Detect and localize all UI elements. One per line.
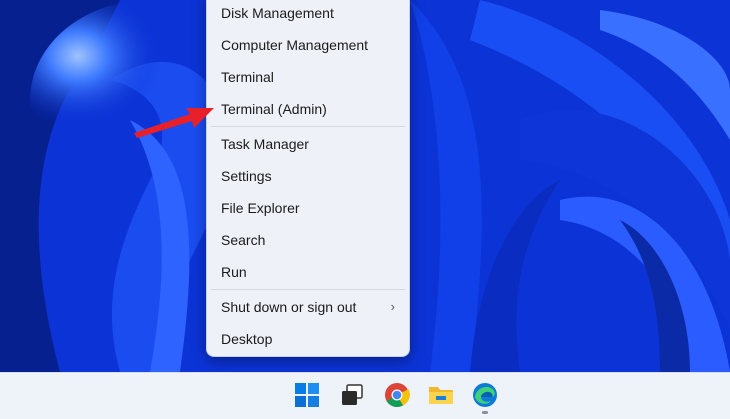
menu-item-desktop[interactable]: Desktop (207, 324, 409, 354)
chevron-right-icon: › (390, 299, 395, 314)
menu-item-shut-down-or-sign-out[interactable]: Shut down or sign out › (207, 292, 409, 322)
task-view-icon[interactable] (339, 382, 365, 408)
file-explorer-icon[interactable] (428, 382, 454, 408)
menu-item-task-manager[interactable]: Task Manager (207, 129, 409, 159)
context-menu: Disk Management Computer Management Term… (206, 0, 410, 357)
menu-item-label: Shut down or sign out (221, 299, 357, 315)
menu-item-label: Desktop (221, 331, 273, 347)
menu-item-file-explorer[interactable]: File Explorer (207, 193, 409, 223)
menu-item-terminal-admin[interactable]: Terminal (Admin) (207, 94, 409, 124)
menu-separator (211, 126, 405, 127)
menu-item-label: Task Manager (221, 136, 309, 152)
chrome-icon[interactable] (384, 382, 410, 408)
menu-item-label: Search (221, 232, 266, 248)
menu-item-label: Disk Management (221, 5, 334, 21)
menu-separator (211, 289, 405, 290)
edge-icon[interactable] (472, 382, 498, 408)
menu-item-search[interactable]: Search (207, 225, 409, 255)
menu-item-label: Terminal (Admin) (221, 101, 327, 117)
taskbar (0, 372, 730, 419)
menu-item-label: Run (221, 264, 247, 280)
menu-item-label: Computer Management (221, 37, 369, 53)
menu-item-computer-management[interactable]: Computer Management (207, 30, 409, 60)
menu-item-run[interactable]: Run (207, 257, 409, 287)
menu-item-disk-management[interactable]: Disk Management (207, 0, 409, 28)
menu-item-settings[interactable]: Settings (207, 161, 409, 191)
menu-item-label: Terminal (221, 69, 274, 85)
menu-item-label: File Explorer (221, 200, 300, 216)
menu-item-terminal[interactable]: Terminal (207, 62, 409, 92)
menu-item-label: Settings (221, 168, 272, 184)
active-app-indicator (482, 411, 488, 414)
windows-start-icon[interactable] (294, 382, 320, 408)
